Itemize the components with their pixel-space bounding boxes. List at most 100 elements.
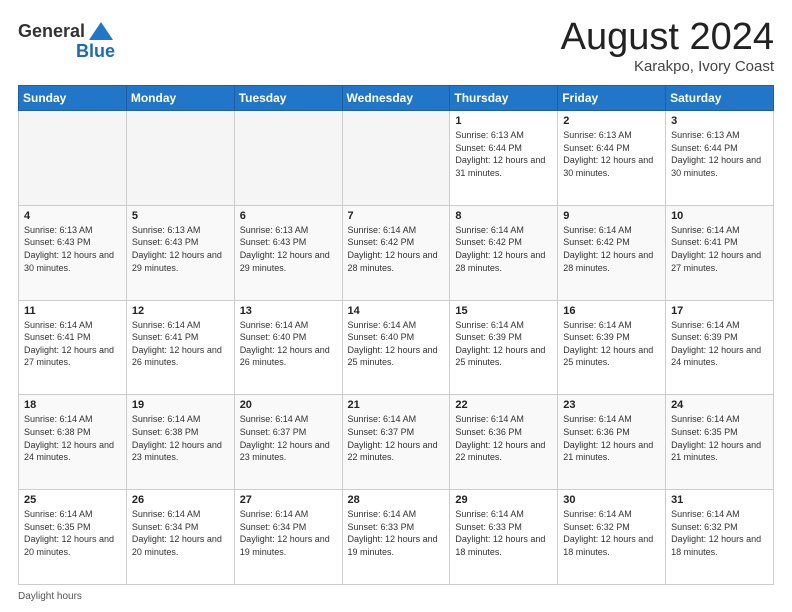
calendar-cell: 11 Sunrise: 6:14 AM Sunset: 6:41 PM Dayli…	[19, 300, 127, 395]
day-info: Sunrise: 6:14 AM Sunset: 6:41 PM Dayligh…	[132, 319, 229, 369]
day-number: 30	[563, 494, 660, 506]
day-info: Sunrise: 6:13 AM Sunset: 6:43 PM Dayligh…	[240, 224, 337, 274]
calendar-cell: 28Sunrise: 6:14 AM Sunset: 6:33 PM Dayli…	[342, 490, 450, 585]
calendar-cell: 19 Sunrise: 6:14 AM Sunset: 6:38 PM Dayli…	[126, 395, 234, 490]
calendar-cell: 15 Sunrise: 6:14 AM Sunset: 6:39 PM Dayli…	[450, 300, 558, 395]
calendar-cell: 4 Sunrise: 6:13 AM Sunset: 6:43 PM Daylig…	[19, 205, 127, 300]
day-info: Sunrise: 6:14 AM Sunset: 6:36 PM Dayligh…	[455, 413, 552, 463]
calendar-week-1: 1 Sunrise: 6:13 AM Sunset: 6:44 PM Daylig…	[19, 111, 774, 206]
calendar-cell: 29Sunrise: 6:14 AM Sunset: 6:33 PM Dayli…	[450, 490, 558, 585]
calendar-cell: 22 Sunrise: 6:14 AM Sunset: 6:36 PM Dayli…	[450, 395, 558, 490]
day-number: 26	[132, 494, 229, 506]
weekday-header-sunday: Sunday	[19, 86, 127, 111]
day-number: 20	[240, 399, 337, 411]
calendar-cell: 23Sunrise: 6:14 AM Sunset: 6:36 PM Dayli…	[558, 395, 666, 490]
calendar-cell: 24Sunrise: 6:14 AM Sunset: 6:35 PM Dayli…	[666, 395, 774, 490]
day-info: Sunrise: 6:14 AM Sunset: 6:33 PM Dayligh…	[455, 508, 552, 558]
day-info: Sunrise: 6:14 AM Sunset: 6:40 PM Dayligh…	[240, 319, 337, 369]
day-number: 24	[671, 399, 768, 411]
logo-blue-text: Blue	[76, 42, 115, 62]
day-info: Sunrise: 6:14 AM Sunset: 6:32 PM Dayligh…	[563, 508, 660, 558]
day-number: 31	[671, 494, 768, 506]
calendar-cell	[126, 111, 234, 206]
day-info: Sunrise: 6:14 AM Sunset: 6:39 PM Dayligh…	[455, 319, 552, 369]
day-info: Sunrise: 6:14 AM Sunset: 6:42 PM Dayligh…	[563, 224, 660, 274]
weekday-header-thursday: Thursday	[450, 86, 558, 111]
calendar-cell: 25Sunrise: 6:14 AM Sunset: 6:35 PM Dayli…	[19, 490, 127, 585]
day-number: 8	[455, 210, 552, 222]
day-info: Sunrise: 6:14 AM Sunset: 6:42 PM Dayligh…	[455, 224, 552, 274]
day-info: Sunrise: 6:14 AM Sunset: 6:41 PM Dayligh…	[671, 224, 768, 274]
title-location: Karakpo, Ivory Coast	[561, 58, 774, 75]
day-number: 4	[24, 210, 121, 222]
weekday-header-row: SundayMondayTuesdayWednesdayThursdayFrid…	[19, 86, 774, 111]
day-number: 16	[563, 305, 660, 317]
day-info: Sunrise: 6:14 AM Sunset: 6:40 PM Dayligh…	[348, 319, 445, 369]
calendar-cell: 3 Sunrise: 6:13 AM Sunset: 6:44 PM Daylig…	[666, 111, 774, 206]
day-number: 11	[24, 305, 121, 317]
day-number: 25	[24, 494, 121, 506]
weekday-header-wednesday: Wednesday	[342, 86, 450, 111]
weekday-header-friday: Friday	[558, 86, 666, 111]
day-number: 19	[132, 399, 229, 411]
calendar-cell: 16 Sunrise: 6:14 AM Sunset: 6:39 PM Dayli…	[558, 300, 666, 395]
calendar-cell: 17Sunrise: 6:14 AM Sunset: 6:39 PM Dayli…	[666, 300, 774, 395]
calendar-week-2: 4 Sunrise: 6:13 AM Sunset: 6:43 PM Daylig…	[19, 205, 774, 300]
calendar-cell: 8 Sunrise: 6:14 AM Sunset: 6:42 PM Daylig…	[450, 205, 558, 300]
day-number: 27	[240, 494, 337, 506]
day-info: Sunrise: 6:13 AM Sunset: 6:43 PM Dayligh…	[132, 224, 229, 274]
logo: General Blue	[18, 18, 115, 62]
weekday-header-tuesday: Tuesday	[234, 86, 342, 111]
day-number: 2	[563, 115, 660, 127]
day-number: 22	[455, 399, 552, 411]
calendar-cell	[19, 111, 127, 206]
title-month: August 2024	[561, 18, 774, 56]
day-info: Sunrise: 6:14 AM Sunset: 6:37 PM Dayligh…	[348, 413, 445, 463]
day-number: 10	[671, 210, 768, 222]
calendar-cell: 26 Sunrise: 6:14 AM Sunset: 6:34 PM Dayli…	[126, 490, 234, 585]
day-info: Sunrise: 6:14 AM Sunset: 6:38 PM Dayligh…	[132, 413, 229, 463]
day-number: 3	[671, 115, 768, 127]
day-number: 12	[132, 305, 229, 317]
day-number: 14	[348, 305, 445, 317]
day-info: Sunrise: 6:14 AM Sunset: 6:34 PM Dayligh…	[132, 508, 229, 558]
day-info: Sunrise: 6:14 AM Sunset: 6:37 PM Dayligh…	[240, 413, 337, 463]
day-info: Sunrise: 6:14 AM Sunset: 6:42 PM Dayligh…	[348, 224, 445, 274]
day-info: Sunrise: 6:13 AM Sunset: 6:44 PM Dayligh…	[455, 129, 552, 179]
day-info: Sunrise: 6:14 AM Sunset: 6:39 PM Dayligh…	[563, 319, 660, 369]
calendar-cell: 21Sunrise: 6:14 AM Sunset: 6:37 PM Dayli…	[342, 395, 450, 490]
title-block: August 2024 Karakpo, Ivory Coast	[561, 18, 774, 75]
day-info: Sunrise: 6:14 AM Sunset: 6:38 PM Dayligh…	[24, 413, 121, 463]
calendar-cell	[342, 111, 450, 206]
calendar-table: SundayMondayTuesdayWednesdayThursdayFrid…	[18, 85, 774, 585]
logo-general-text: General	[18, 22, 85, 42]
day-number: 15	[455, 305, 552, 317]
day-info: Sunrise: 6:14 AM Sunset: 6:41 PM Dayligh…	[24, 319, 121, 369]
weekday-header-monday: Monday	[126, 86, 234, 111]
calendar-cell: 12 Sunrise: 6:14 AM Sunset: 6:41 PM Dayli…	[126, 300, 234, 395]
day-number: 17	[671, 305, 768, 317]
day-number: 9	[563, 210, 660, 222]
day-info: Sunrise: 6:13 AM Sunset: 6:44 PM Dayligh…	[671, 129, 768, 179]
daylight-hours-label: Daylight hours	[18, 591, 82, 602]
footer: Daylight hours	[18, 591, 774, 602]
day-info: Sunrise: 6:13 AM Sunset: 6:43 PM Dayligh…	[24, 224, 121, 274]
calendar-cell: 2 Sunrise: 6:13 AM Sunset: 6:44 PM Daylig…	[558, 111, 666, 206]
day-info: Sunrise: 6:14 AM Sunset: 6:33 PM Dayligh…	[348, 508, 445, 558]
day-number: 1	[455, 115, 552, 127]
calendar-cell: 14 Sunrise: 6:14 AM Sunset: 6:40 PM Dayli…	[342, 300, 450, 395]
day-number: 23	[563, 399, 660, 411]
calendar-cell: 27Sunrise: 6:14 AM Sunset: 6:34 PM Dayli…	[234, 490, 342, 585]
calendar-cell: 6 Sunrise: 6:13 AM Sunset: 6:43 PM Daylig…	[234, 205, 342, 300]
day-number: 7	[348, 210, 445, 222]
weekday-header-saturday: Saturday	[666, 86, 774, 111]
day-number: 5	[132, 210, 229, 222]
day-info: Sunrise: 6:14 AM Sunset: 6:32 PM Dayligh…	[671, 508, 768, 558]
day-number: 6	[240, 210, 337, 222]
calendar-cell: 31 Sunrise: 6:14 AM Sunset: 6:32 PM Dayli…	[666, 490, 774, 585]
calendar-cell: 20 Sunrise: 6:14 AM Sunset: 6:37 PM Dayli…	[234, 395, 342, 490]
header: General Blue August 2024 Karakpo, Ivory …	[18, 18, 774, 75]
calendar-week-3: 11 Sunrise: 6:14 AM Sunset: 6:41 PM Dayli…	[19, 300, 774, 395]
day-info: Sunrise: 6:13 AM Sunset: 6:44 PM Dayligh…	[563, 129, 660, 179]
calendar-week-4: 18Sunrise: 6:14 AM Sunset: 6:38 PM Dayli…	[19, 395, 774, 490]
